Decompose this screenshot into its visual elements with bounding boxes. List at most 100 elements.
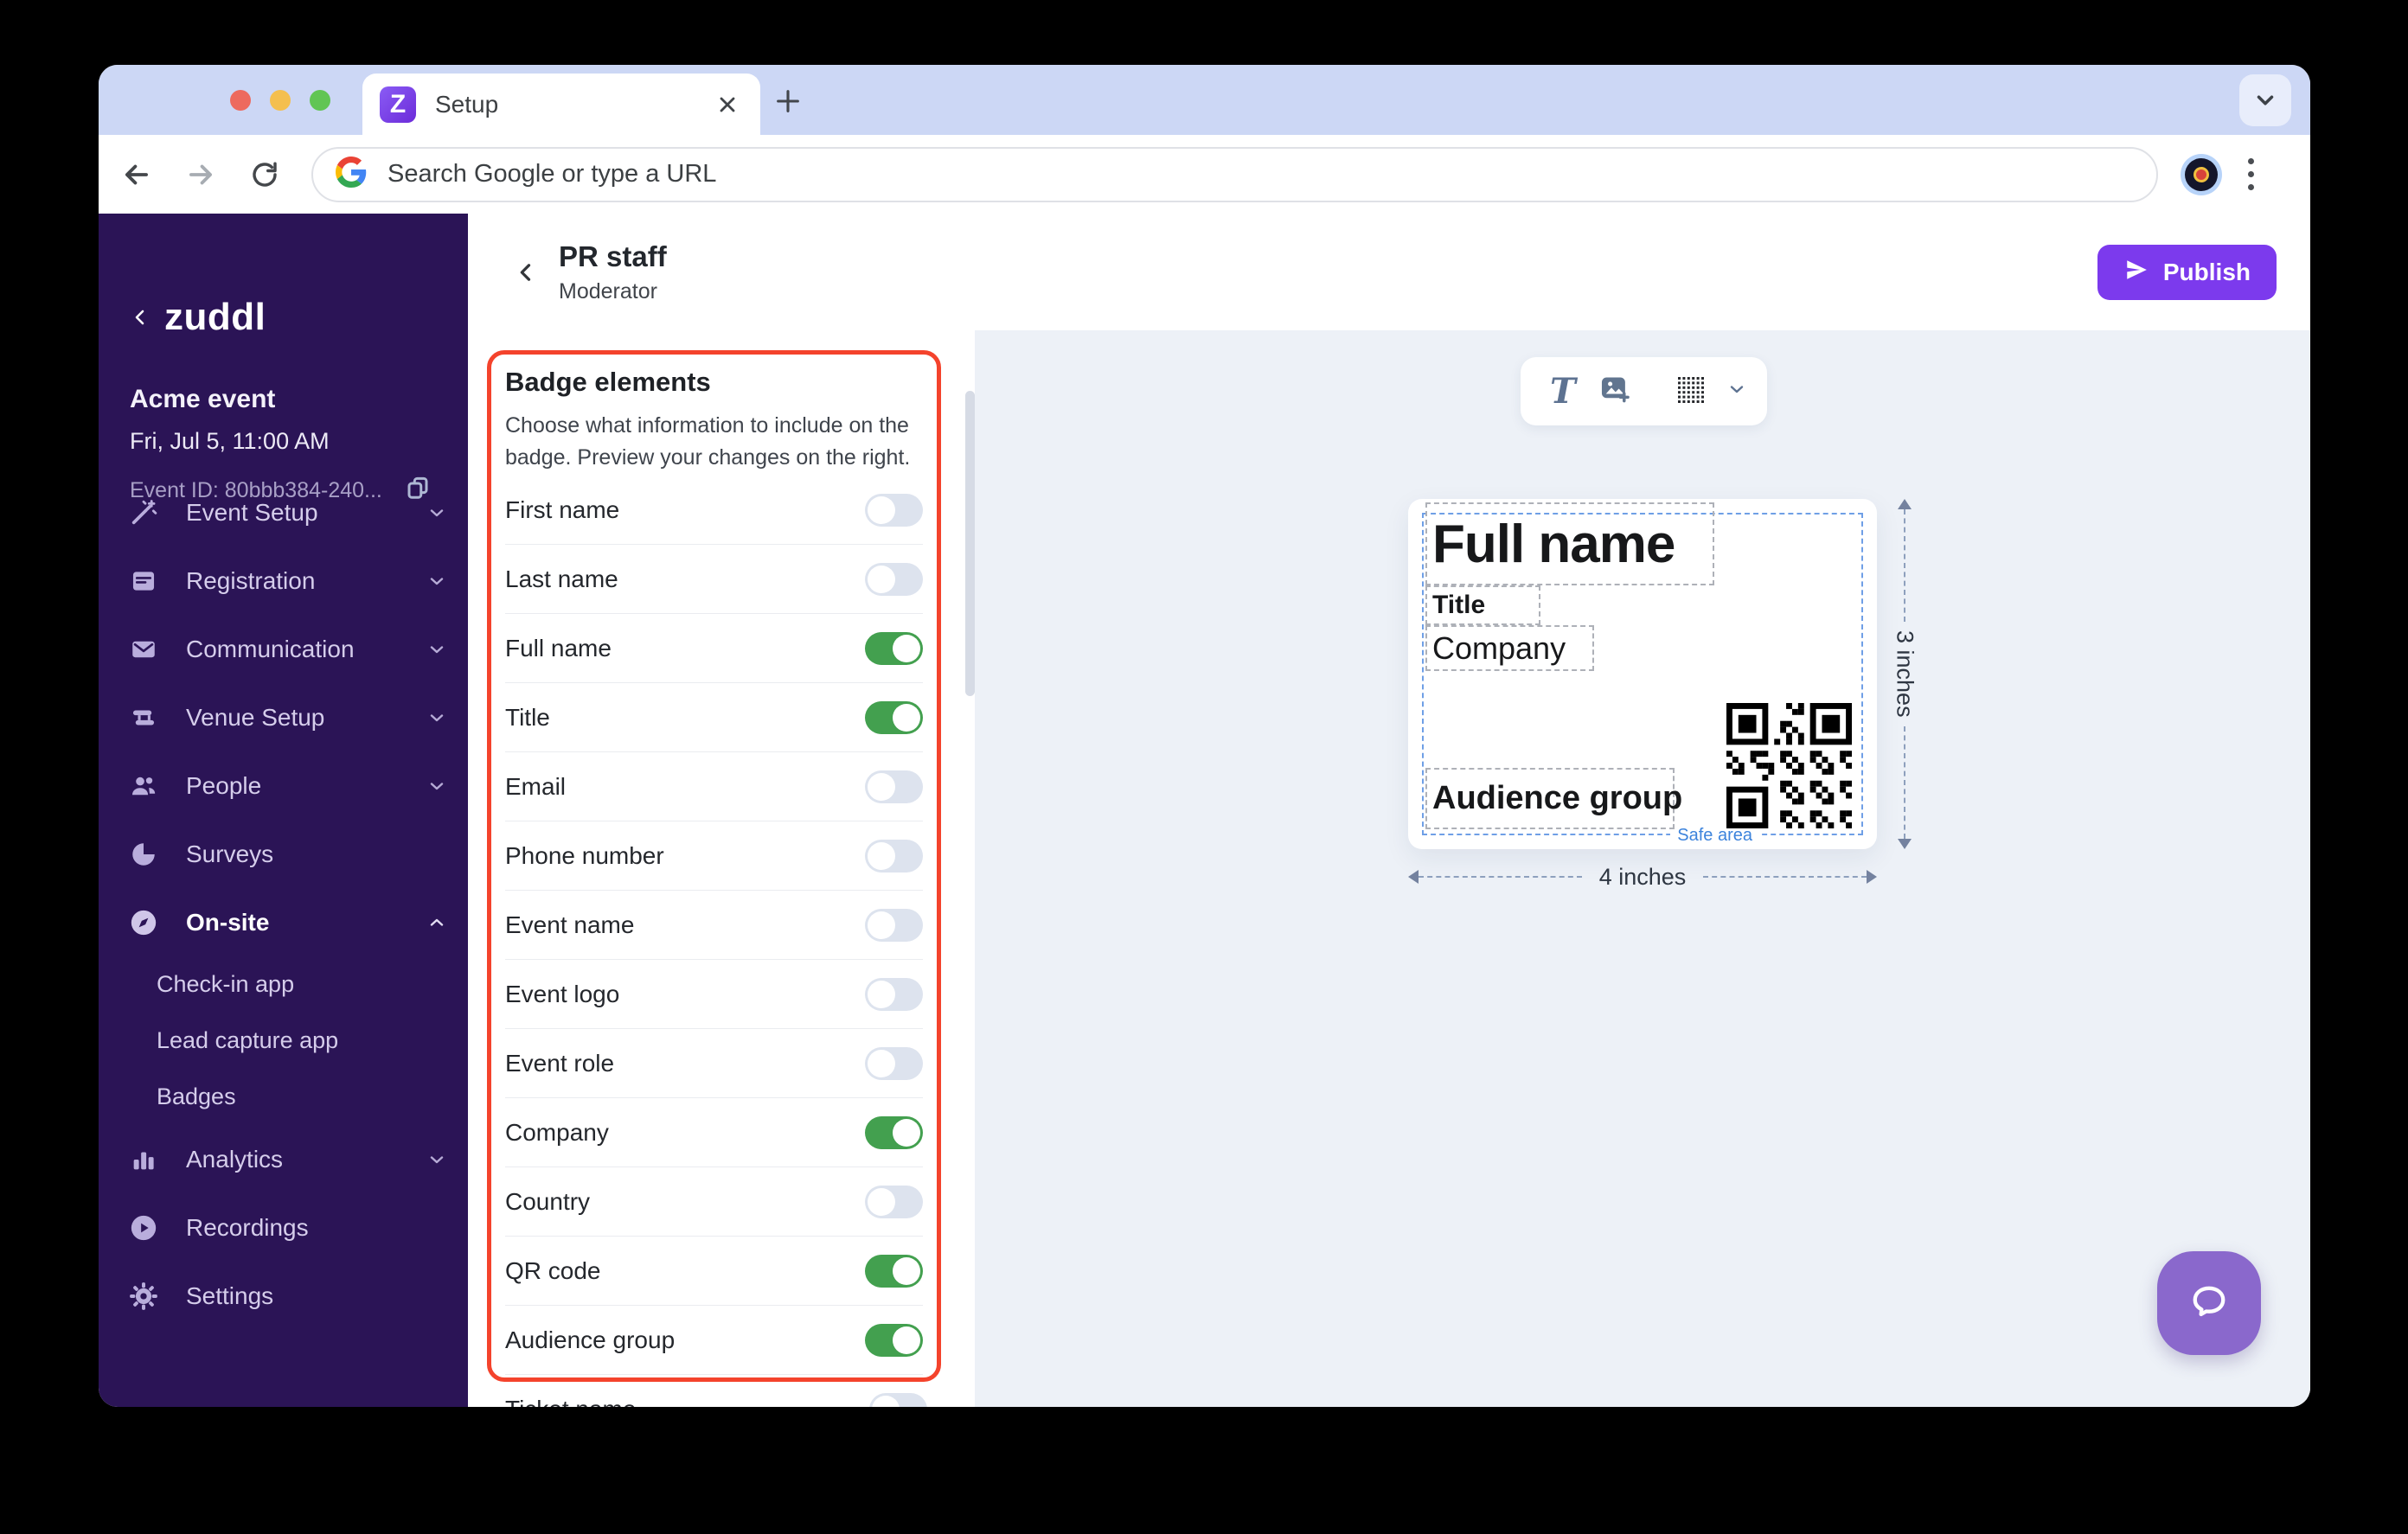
forward-icon[interactable] [175, 149, 227, 201]
page-title: PR staff [559, 240, 667, 272]
gear-icon [129, 1282, 158, 1311]
toggle-event-name[interactable] [865, 908, 923, 942]
sidebar-item-surveys[interactable]: Surveys [99, 820, 468, 888]
toggle-row: Title [505, 683, 923, 752]
page-subtitle: Moderator [559, 279, 657, 304]
qr-code[interactable] [1726, 703, 1852, 828]
sidebar-item-label: Communication [186, 635, 355, 662]
safe-area-label: Safe area [1670, 826, 1759, 846]
panel-scrollbar[interactable] [965, 391, 975, 696]
toggle-row: Country [505, 1167, 923, 1237]
collapse-sidebar-icon [135, 310, 144, 325]
form-icon [129, 566, 158, 596]
height-label: 3 inches [1892, 630, 1918, 718]
toggle-row: Company [505, 1098, 923, 1167]
browser-menu-icon[interactable] [2248, 158, 2254, 190]
toggle-row: Email [505, 752, 923, 821]
toggle-email[interactable] [865, 770, 923, 803]
toggle-row: First name [505, 476, 923, 545]
grid-icon[interactable] [1676, 375, 1704, 407]
chevron-down-icon [426, 1149, 447, 1170]
tab-search-chevron-button[interactable] [2239, 74, 2291, 126]
chevron-down-icon [426, 776, 447, 796]
back-chevron-icon[interactable] [509, 255, 543, 290]
toggle-ticket-name[interactable] [869, 1393, 927, 1407]
toggle-row: Last name [505, 545, 923, 614]
sidebar-item-settings[interactable]: Settings [99, 1262, 468, 1330]
minimize-window-button[interactable] [270, 90, 291, 111]
new-tab-button[interactable] [769, 82, 807, 120]
page-header: PR staff Moderator Publish [468, 214, 2310, 330]
tab-close-icon[interactable] [712, 89, 743, 120]
close-window-button[interactable] [230, 90, 251, 111]
sidebar-item-lead-capture-app[interactable]: Lead capture app [99, 1013, 468, 1069]
toggle-label: Event name [505, 911, 635, 938]
toggle-label: Audience group [505, 1326, 676, 1353]
sidebar-item-recordings[interactable]: Recordings [99, 1193, 468, 1262]
toggle-country[interactable] [865, 1185, 923, 1218]
toggle-full-name[interactable] [865, 631, 923, 665]
sidebar-item-registration[interactable]: Registration [99, 546, 468, 615]
chevron-up-icon [426, 912, 447, 933]
toggle-first-name[interactable] [865, 493, 923, 527]
toggle-row: Event name [505, 891, 923, 960]
toggle-audience-group[interactable] [865, 1323, 923, 1357]
tab-setup[interactable]: Z Setup [362, 74, 760, 135]
toggle-phone-number[interactable] [865, 839, 923, 872]
sidebar-item-communication[interactable]: Communication [99, 615, 468, 683]
wand-icon [129, 498, 158, 527]
sidebar-item-badges[interactable]: Badges [99, 1069, 468, 1125]
add-image-icon[interactable] [1598, 373, 1631, 410]
maximize-window-button[interactable] [310, 90, 330, 111]
toggle-event-logo[interactable] [865, 977, 923, 1011]
publish-button[interactable]: Publish [2097, 245, 2277, 300]
toggle-title[interactable] [865, 700, 923, 734]
zuddl-logo[interactable]: zuddl [130, 296, 266, 339]
event-datetime: Fri, Jul 5, 11:00 AM [130, 428, 330, 454]
sidebar-item-analytics[interactable]: Analytics [99, 1125, 468, 1193]
pie-icon [129, 840, 158, 869]
search-input[interactable] [386, 159, 2134, 189]
chart-icon [129, 1145, 158, 1174]
arrow-left-icon [1408, 870, 1419, 884]
add-text-icon[interactable]: T [1550, 374, 1576, 409]
toggle-label: Country [505, 1187, 591, 1215]
sidebar-item-label: Analytics [186, 1145, 284, 1173]
chat-widget-button[interactable] [2157, 1251, 2261, 1355]
people-icon [129, 771, 158, 801]
arrow-up-icon [1898, 499, 1912, 509]
toggle-label: Last name [505, 565, 618, 592]
main-content: PR staff Moderator Publish Badge element… [468, 214, 2310, 1407]
toggle-row: Phone number [505, 821, 923, 891]
sidebar-item-people[interactable]: People [99, 751, 468, 820]
toggle-row: QR code [505, 1237, 923, 1306]
width-label: 4 inches [1598, 863, 1687, 890]
toggle-row: Event role [505, 1029, 923, 1098]
sidebar-item-label: Registration [186, 566, 316, 594]
toggle-last-name[interactable] [865, 562, 923, 596]
badge-element-company[interactable]: Company [1425, 625, 1594, 671]
badge-element-audience-group[interactable]: Audience group [1425, 768, 1682, 829]
sidebar: zuddl Acme event Fri, Jul 5, 11:00 AM Ev… [99, 214, 468, 1407]
sidebar-item-event-setup[interactable]: Event Setup [99, 478, 468, 546]
sidebar-item-on-site[interactable]: On-site [99, 888, 468, 956]
toggle-label: First name [505, 495, 620, 523]
profile-avatar[interactable] [2181, 153, 2222, 195]
address-bar[interactable] [311, 146, 2158, 202]
badge-element-title[interactable]: Title [1425, 585, 1540, 625]
toggle-qr-code[interactable] [865, 1254, 923, 1288]
sidebar-item-check-in-app[interactable]: Check-in app [99, 956, 468, 1013]
toggle-label: Ticket name [505, 1396, 636, 1407]
back-icon[interactable] [111, 149, 163, 201]
window-controls [230, 90, 330, 111]
sidebar-item-label: On-site [186, 908, 270, 936]
chevron-down-icon[interactable] [1726, 379, 1747, 404]
toggle-company[interactable] [865, 1115, 923, 1149]
badge-element-full-name[interactable]: Full name [1425, 502, 1714, 585]
width-dimension: 4 inches [1408, 863, 1878, 890]
height-dimension: 3 inches [1892, 499, 1918, 850]
toggle-event-role[interactable] [865, 1046, 923, 1080]
reload-icon[interactable] [239, 149, 291, 201]
badge-canvas: Safe area Full name Title Company Audien… [1408, 499, 1877, 849]
sidebar-item-venue-setup[interactable]: Venue Setup [99, 683, 468, 751]
